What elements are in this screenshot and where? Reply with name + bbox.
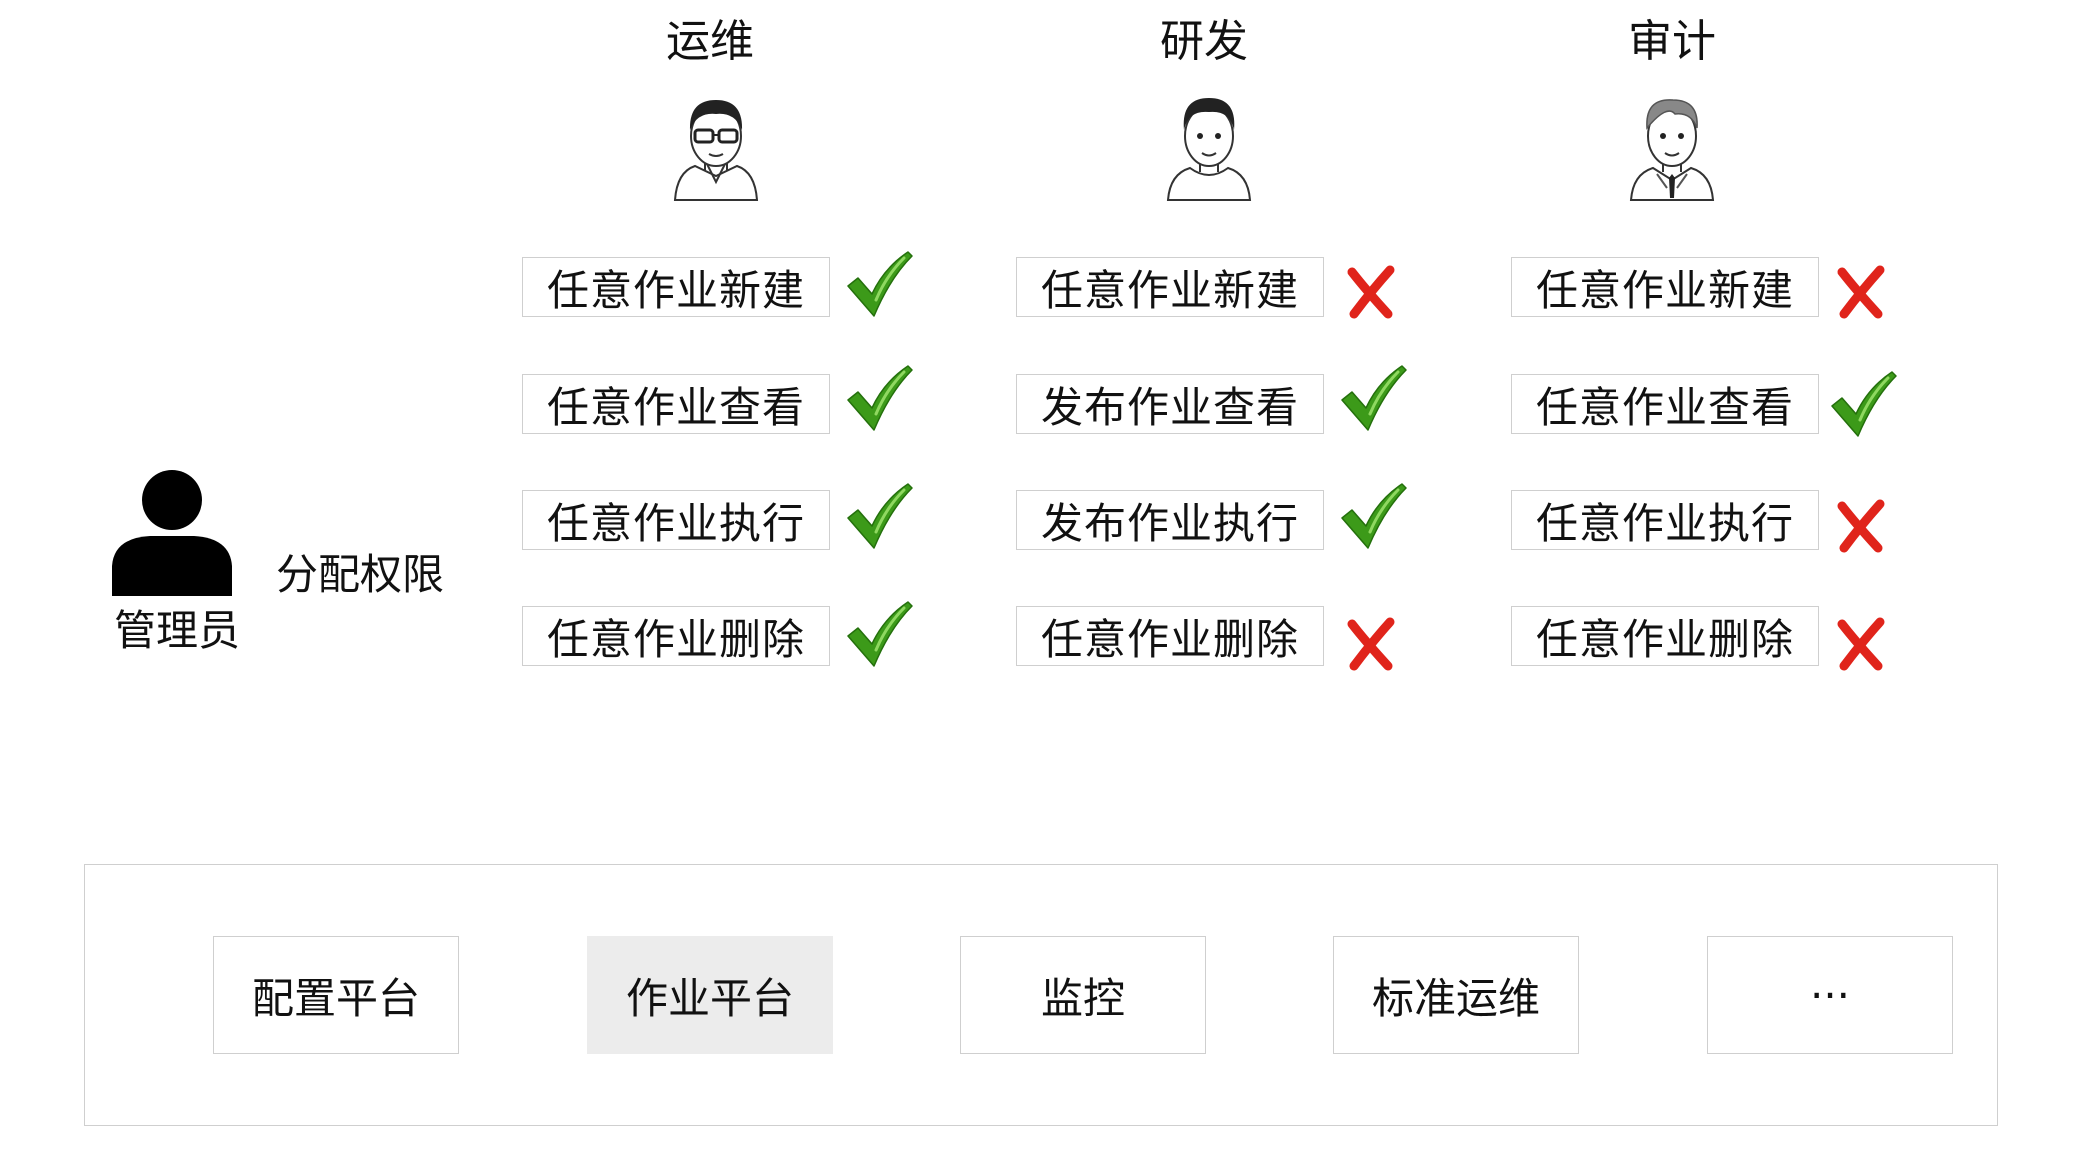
checkmark-icon — [847, 483, 913, 549]
checkmark-icon — [1831, 371, 1897, 437]
person-avatar-icon — [1166, 98, 1252, 201]
platform-standard-ops[interactable]: 标准运维 — [1333, 936, 1579, 1054]
cross-icon — [1347, 617, 1395, 671]
role-title-ops: 运维 — [666, 16, 754, 67]
permission-box: 任意作业删除 — [522, 606, 830, 666]
cross-icon — [1837, 265, 1885, 319]
checkmark-icon — [847, 601, 913, 667]
permission-box: 任意作业执行 — [522, 490, 830, 550]
role-title-audit: 审计 — [1628, 16, 1716, 67]
platform-job[interactable]: 作业平台 — [587, 936, 833, 1054]
permission-box: 任意作业执行 — [1511, 490, 1819, 550]
person-silhouette-icon — [112, 470, 232, 596]
cross-icon — [1837, 499, 1885, 553]
permission-box: 任意作业新建 — [1016, 257, 1324, 317]
cross-icon — [1837, 617, 1885, 671]
checkmark-icon — [1341, 365, 1407, 431]
permission-box: 任意作业新建 — [522, 257, 830, 317]
admin-label: 管理员 — [113, 606, 240, 655]
platform-config[interactable]: 配置平台 — [213, 936, 459, 1054]
checkmark-icon — [1341, 483, 1407, 549]
permission-box: 任意作业新建 — [1511, 257, 1819, 317]
permission-box: 发布作业执行 — [1016, 490, 1324, 550]
cross-icon — [1347, 265, 1395, 319]
role-title-dev: 研发 — [1160, 16, 1248, 67]
assign-permissions-label: 分配权限 — [276, 550, 445, 599]
tie-person-avatar-icon — [1629, 99, 1715, 201]
permission-box: 任意作业查看 — [1511, 374, 1819, 434]
platform-monitor[interactable]: 监控 — [960, 936, 1206, 1054]
glasses-person-avatar-icon — [673, 100, 759, 201]
permission-box: 任意作业删除 — [1511, 606, 1819, 666]
permission-box: 任意作业删除 — [1016, 606, 1324, 666]
checkmark-icon — [847, 251, 913, 317]
permission-box: 发布作业查看 — [1016, 374, 1324, 434]
checkmark-icon — [847, 365, 913, 431]
permission-box: 任意作业查看 — [522, 374, 830, 434]
platform-more[interactable]: ··· — [1707, 936, 1953, 1054]
